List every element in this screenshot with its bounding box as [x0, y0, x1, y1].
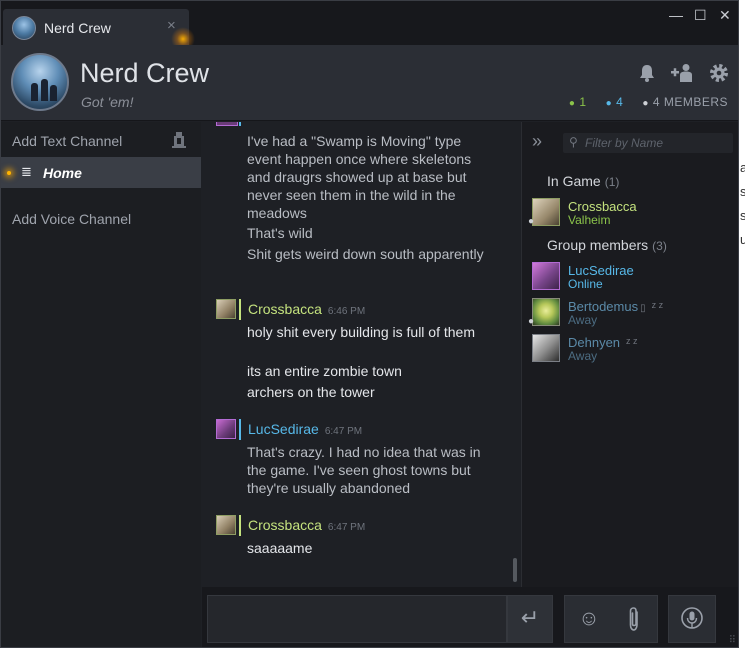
message-input[interactable]: [207, 595, 507, 643]
message-avatar[interactable]: [216, 299, 236, 319]
chat-window: Nerd Crew × — ☐ ✕ Nerd Crew Got 'em! ● 1: [0, 0, 739, 648]
member-filter: ⚲: [563, 133, 733, 153]
channel-sidebar: Add Text Channel ≣ Home Add Voice Channe…: [1, 122, 201, 647]
resize-grip-icon[interactable]: ⠿: [729, 635, 736, 646]
maximize-button[interactable]: ☐: [694, 7, 707, 24]
message-avatar[interactable]: [216, 419, 236, 439]
online-dot-icon: ●: [605, 98, 613, 109]
in-game-section-title: In Game (1): [547, 173, 619, 189]
message-author[interactable]: LucSedirae: [248, 421, 319, 437]
member-avatar: [532, 262, 560, 290]
group-tagline: Got 'em!: [81, 94, 134, 110]
section-title-label: Group members: [547, 237, 649, 253]
background-fragment: a: [740, 160, 745, 175]
group-avatar-small: [12, 16, 36, 40]
chat-log: I've had a "Swamp is Moving" type event …: [202, 122, 520, 587]
message-text: archers on the tower: [247, 384, 375, 400]
title-bar: Nerd Crew × — ☐ ✕: [1, 1, 738, 51]
message-author[interactable]: Crossbacca: [248, 301, 322, 317]
author-bar: [239, 419, 241, 440]
emoji-icon[interactable]: ☺: [567, 596, 611, 642]
message-author[interactable]: Crossbacca: [248, 517, 322, 533]
search-icon: ⚲: [569, 135, 578, 149]
member-item[interactable]: LucSedirae Online: [532, 262, 732, 292]
microphone-icon[interactable]: [670, 596, 714, 642]
bell-icon[interactable]: [636, 63, 658, 85]
channel-home-label: Home: [43, 165, 82, 181]
member-name: Crossbacca: [568, 199, 637, 214]
active-indicator: [7, 171, 11, 175]
voice-stage-icon[interactable]: [171, 131, 187, 149]
message-avatar[interactable]: [216, 515, 236, 535]
list-icon: ≣: [21, 164, 32, 179]
message-text: its an entire zombie town: [247, 363, 402, 379]
section-title-label: In Game: [547, 173, 601, 189]
collapse-panel-icon[interactable]: »: [532, 131, 542, 152]
message-text: Shit gets weird down south apparently: [247, 246, 484, 262]
background-fragment: s: [740, 184, 745, 199]
member-list-panel: » ⚲ In Game(1) ● Crossbacca Valheim Grou…: [521, 122, 738, 587]
online-count: 4: [616, 95, 624, 109]
message-text: holy shit every building is full of them: [247, 324, 475, 340]
add-text-channel-button[interactable]: Add Text Channel: [12, 133, 122, 149]
message-text: saaaaame: [247, 540, 313, 556]
message-text: I've had a "Swamp is Moving" type event …: [247, 133, 472, 221]
member-item[interactable]: ● Bertodemus ▯ z z Away: [528, 298, 732, 328]
member-status: Online: [568, 277, 603, 291]
section-count: (3): [652, 239, 667, 253]
add-friend-icon[interactable]: [671, 63, 693, 85]
in-game-count: 1: [579, 95, 587, 109]
message-avatar[interactable]: [216, 122, 238, 126]
members-count: 4 MEMBERS: [652, 95, 728, 109]
member-item[interactable]: Dehnyen z z Away: [532, 334, 732, 364]
background-fragment: s: [740, 208, 745, 223]
group-name: Nerd Crew: [80, 58, 210, 88]
member-status: Valheim: [568, 213, 611, 227]
person-badge-icon: ●: [528, 216, 535, 227]
member-status: Away: [568, 349, 598, 363]
add-voice-channel-button[interactable]: Add Voice Channel: [12, 211, 131, 227]
gear-icon[interactable]: [708, 63, 730, 85]
tab-title: Nerd Crew: [44, 20, 111, 36]
message-time: 6:47 PM: [324, 426, 363, 437]
in-game-dot-icon: ●: [568, 98, 576, 109]
member-name: Bertodemus: [568, 299, 639, 314]
away-icon: z z: [626, 336, 638, 346]
member-stats: ● 1 ● 4 ● 4 MEMBERS: [569, 95, 728, 109]
author-bar: [239, 122, 241, 126]
close-button[interactable]: ✕: [719, 7, 731, 24]
group-avatar[interactable]: [11, 53, 69, 111]
send-button[interactable]: ↵: [507, 595, 553, 643]
background-fragment: u: [740, 232, 745, 247]
member-name: Dehnyen: [568, 335, 621, 350]
filter-input[interactable]: [585, 134, 730, 152]
mobile-icon: ▯: [640, 303, 646, 314]
member-item[interactable]: ● Crossbacca Valheim: [528, 198, 732, 228]
message-time: 6:47 PM: [327, 522, 366, 533]
group-header: Nerd Crew Got 'em! ● 1 ● 4 ● 4 MEMBERS: [1, 45, 738, 121]
person-badge-icon: ●: [528, 316, 535, 327]
chat-tab[interactable]: Nerd Crew ×: [3, 9, 189, 45]
section-count: (1): [604, 175, 620, 189]
channel-home[interactable]: ≣ Home: [1, 157, 201, 188]
voice-button[interactable]: [668, 595, 716, 643]
composer-tools: ☺: [564, 595, 658, 643]
members-dot-icon: ●: [642, 98, 649, 109]
member-status: Away: [568, 313, 598, 327]
member-name: LucSedirae: [568, 263, 634, 278]
away-icon: z z: [651, 300, 664, 310]
author-bar: [239, 515, 241, 536]
group-section-title: Group members (3): [547, 237, 667, 253]
message-composer: ↵ ☺ ⠿: [202, 587, 738, 647]
message-time: 6:46 PM: [327, 306, 366, 317]
minimize-button[interactable]: —: [669, 7, 683, 23]
member-avatar: [532, 334, 560, 362]
message-text: That's wild: [247, 225, 313, 241]
author-bar: [239, 299, 241, 320]
attach-icon[interactable]: [612, 596, 656, 642]
message-text: That's crazy. I had no idea that was in …: [247, 444, 481, 496]
chat-scrollbar[interactable]: [513, 558, 517, 582]
